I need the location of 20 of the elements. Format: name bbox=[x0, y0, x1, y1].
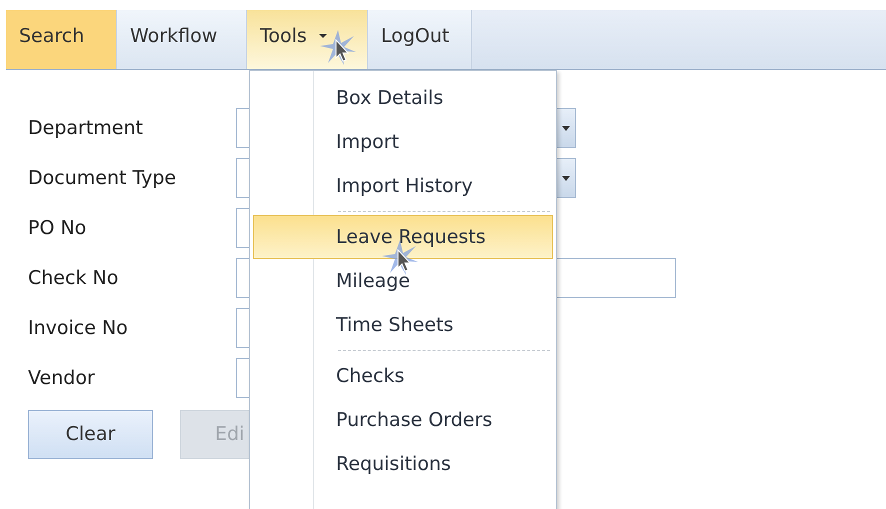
menu-item[interactable]: Import History bbox=[253, 164, 553, 208]
dropdown-button[interactable] bbox=[555, 109, 575, 147]
menu-item[interactable]: Leave Requests bbox=[253, 215, 553, 259]
dropdown-button[interactable] bbox=[555, 159, 575, 197]
field-label: Check No bbox=[28, 266, 120, 291]
form-button[interactable]: Clear bbox=[28, 410, 153, 459]
menu-item[interactable]: Mileage bbox=[253, 259, 553, 303]
menu-tab[interactable]: LogOut bbox=[368, 10, 472, 69]
field-label: Department bbox=[28, 116, 144, 141]
menu-item[interactable]: Time Sheets bbox=[253, 303, 553, 347]
menu-item[interactable]: Import bbox=[253, 120, 553, 164]
field-label: Vendor bbox=[28, 366, 96, 391]
menu-item[interactable]: Checks bbox=[253, 354, 553, 398]
menu-item[interactable]: Box Details bbox=[253, 76, 553, 120]
menu-tab[interactable]: Workflow bbox=[117, 10, 247, 69]
menu-tab[interactable]: Tools bbox=[247, 10, 368, 69]
field-label: Document Type bbox=[28, 166, 178, 191]
field-label: Invoice No bbox=[28, 316, 129, 341]
field-label: PO No bbox=[28, 216, 88, 241]
menu-tab[interactable]: Search bbox=[6, 10, 117, 69]
